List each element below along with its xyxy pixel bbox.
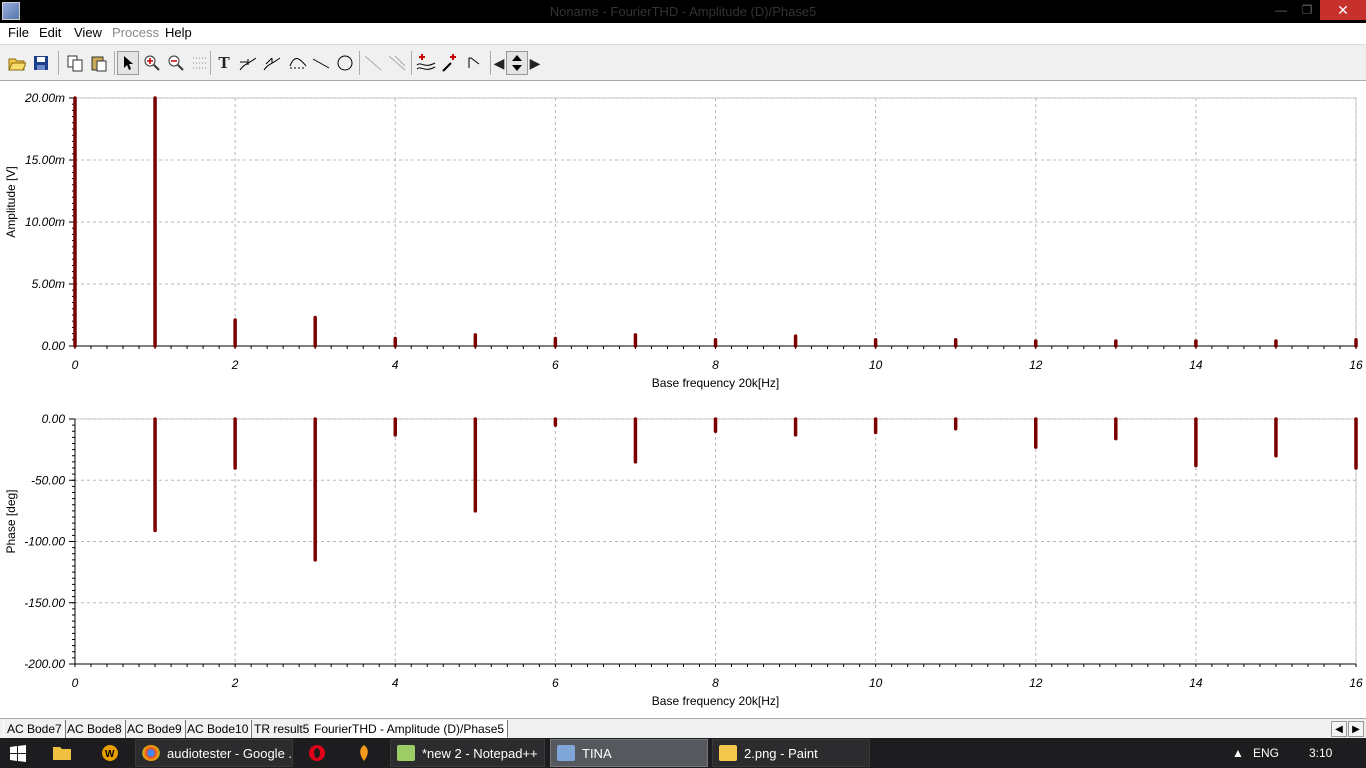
- menu-bar: File Edit View Process Help: [0, 23, 1366, 43]
- scroll-left-icon[interactable]: ◀: [493, 51, 505, 75]
- svg-text:W: W: [105, 749, 115, 760]
- grid-icon[interactable]: [189, 51, 211, 75]
- tab-fouriertHD[interactable]: FourierTHD - Amplitude (D)/Phase5: [310, 720, 509, 738]
- marker-curve2-icon[interactable]: [261, 51, 283, 75]
- plot-area: 0 2 4 6 8 10 12 14 16 0.00 5.00m 10.00m 15.00m 20.00m…: [0, 81, 1366, 718]
- tab-scroll-left[interactable]: ◀: [1331, 721, 1347, 737]
- tab-scroll-right[interactable]: ▶: [1348, 721, 1364, 737]
- file-explorer-icon[interactable]: [50, 742, 74, 764]
- x-tick-label: 8: [712, 358, 719, 372]
- zoom-in-icon[interactable]: [141, 51, 163, 75]
- y-tick-label: -150.00: [24, 596, 65, 610]
- y-tick-label: -200.00: [24, 657, 65, 671]
- minimize-button[interactable]: —: [1268, 0, 1294, 20]
- x-tick-label: 0: [72, 358, 79, 372]
- save-icon[interactable]: [30, 51, 52, 75]
- start-icon[interactable]: [6, 742, 30, 764]
- y-axis-label: Phase [deg]: [4, 489, 18, 553]
- fourier-chart[interactable]: 0 2 4 6 8 10 12 14 16 0.00 5.00m 10.00m 15.00m 20.00m…: [0, 81, 1366, 718]
- menu-file[interactable]: File: [8, 25, 29, 40]
- menu-view[interactable]: View: [74, 25, 102, 40]
- tray-expand-icon[interactable]: ▲: [1232, 746, 1244, 760]
- tab-ac-bode8[interactable]: AC Bode8: [63, 720, 126, 738]
- x-tick-label: 12: [1029, 676, 1043, 690]
- x-tick-label: 8: [712, 676, 719, 690]
- marker-curve-icon[interactable]: [237, 51, 259, 75]
- arrow-diag2-icon[interactable]: [386, 51, 408, 75]
- y-tick-label: 0.00: [42, 412, 66, 426]
- taskbar-notepad[interactable]: *new 2 - Notepad++: [390, 739, 545, 767]
- x-tick-label: 2: [231, 676, 239, 690]
- text-icon[interactable]: T: [213, 51, 235, 75]
- taskbar-notepad-label: *new 2 - Notepad++: [422, 745, 538, 761]
- menu-process[interactable]: Process: [112, 25, 159, 40]
- title-bar: Noname - FourierTHD - Amplitude (D)/Phas…: [0, 0, 1366, 23]
- taskbar-chrome[interactable]: audiotester - Google ...: [135, 739, 293, 767]
- menu-help[interactable]: Help: [165, 25, 192, 40]
- x-tick-label: 10: [869, 676, 883, 690]
- tab-ac-bode7[interactable]: AC Bode7: [3, 720, 66, 738]
- y-tick-label: 10.00m: [25, 215, 65, 229]
- tina-icon: [557, 745, 575, 761]
- x-tick-label: 16: [1349, 358, 1363, 372]
- winamp-icon[interactable]: W: [98, 742, 122, 764]
- menu-edit[interactable]: Edit: [39, 25, 61, 40]
- window-title: Noname - FourierTHD - Amplitude (D)/Phas…: [549, 4, 817, 19]
- x-tick-label: 16: [1349, 676, 1363, 690]
- x-tick-label: 10: [869, 358, 883, 372]
- scroll-updown-icon[interactable]: [506, 51, 528, 75]
- y-tick-label: -50.00: [31, 473, 65, 487]
- maximize-button[interactable]: ❐: [1294, 0, 1320, 20]
- pointer-icon[interactable]: [117, 51, 139, 75]
- line-icon[interactable]: [310, 51, 332, 75]
- tab-ac-bode10[interactable]: AC Bode10: [183, 720, 253, 738]
- x-tick-label: 12: [1029, 358, 1043, 372]
- x-tick-label: 2: [231, 358, 239, 372]
- tab-tr-result5[interactable]: TR result5: [250, 720, 314, 738]
- x-tick-label: 6: [552, 358, 559, 372]
- x-axis-label: Base frequency 20k[Hz]: [652, 694, 779, 708]
- paste-icon[interactable]: [88, 51, 110, 75]
- taskbar-chrome-label: audiotester - Google ...: [167, 745, 293, 761]
- taskbar-tina-label: TINA: [582, 745, 612, 761]
- hide-icon[interactable]: [465, 51, 487, 75]
- x-tick-label: 4: [392, 676, 399, 690]
- toolbar: T ◀ ▶: [0, 44, 1366, 81]
- language-indicator[interactable]: ENG: [1253, 746, 1279, 760]
- taskbar: W audiotester - Google ... *new 2 - Note…: [0, 738, 1366, 768]
- y-tick-label: 20.00m: [24, 91, 65, 105]
- fl-studio-icon[interactable]: [352, 742, 376, 764]
- taskbar-paint[interactable]: 2.png - Paint: [712, 739, 870, 767]
- circle-icon[interactable]: [334, 51, 356, 75]
- y-tick-label: 15.00m: [25, 153, 65, 167]
- chrome-icon: [142, 745, 160, 761]
- taskbar-paint-label: 2.png - Paint: [744, 745, 818, 761]
- notepad-icon: [397, 745, 415, 761]
- tab-ac-bode9[interactable]: AC Bode9: [123, 720, 186, 738]
- clock[interactable]: 3:10: [1309, 746, 1332, 760]
- arrow-diag-icon[interactable]: [362, 51, 384, 75]
- copy-icon[interactable]: [64, 51, 86, 75]
- y-tick-label: 5.00m: [32, 277, 65, 291]
- x-tick-label: 4: [392, 358, 399, 372]
- pick-cursor-icon[interactable]: [440, 51, 462, 75]
- opera-icon[interactable]: [305, 742, 329, 764]
- x-tick-label: 0: [72, 676, 79, 690]
- y-tick-label: -100.00: [24, 535, 65, 549]
- scroll-right-icon[interactable]: ▶: [529, 51, 541, 75]
- x-tick-label: 14: [1189, 358, 1203, 372]
- add-cursor-icon[interactable]: [415, 51, 437, 75]
- y-tick-label: 0.00: [42, 339, 66, 353]
- x-axis-label: Base frequency 20k[Hz]: [652, 376, 779, 390]
- x-tick-label: 6: [552, 676, 559, 690]
- y-axis-label: Amplitude [V]: [4, 166, 18, 237]
- result-tabs: AC Bode7 AC Bode8 AC Bode9 AC Bode10 TR …: [0, 718, 1366, 738]
- zoom-100-icon[interactable]: [165, 51, 187, 75]
- taskbar-tina[interactable]: TINA: [550, 739, 708, 767]
- x-tick-label: 14: [1189, 676, 1203, 690]
- tangent-icon[interactable]: [287, 51, 309, 75]
- open-icon[interactable]: [6, 51, 28, 75]
- paint-icon: [719, 745, 737, 761]
- close-button[interactable]: ✕: [1320, 0, 1366, 20]
